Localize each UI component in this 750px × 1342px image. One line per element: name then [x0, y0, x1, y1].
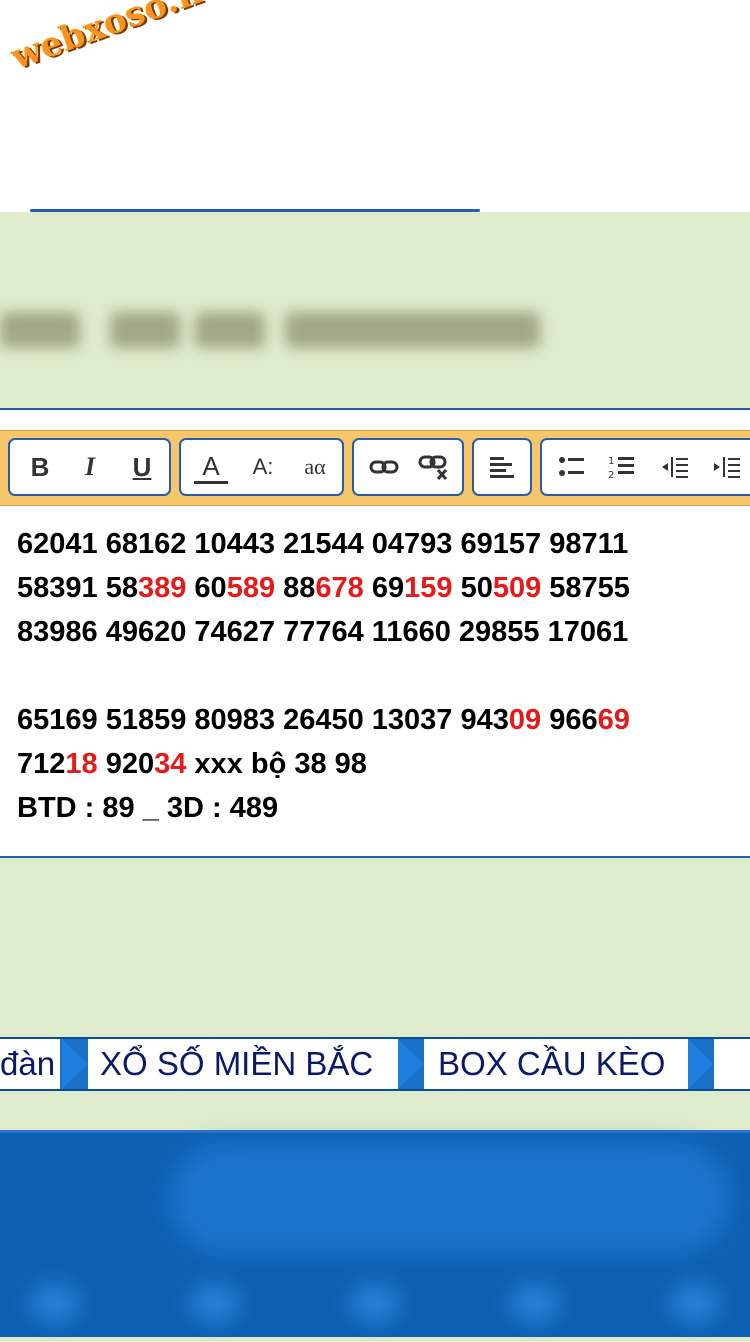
- editor-line: BTD : 89 _ 3D : 489: [17, 786, 737, 830]
- blurred-thread-title: [0, 300, 560, 370]
- text-case-button[interactable]: aα: [291, 440, 339, 494]
- line-text: BTD : 89 _ 3D : 489: [17, 792, 279, 824]
- remove-link-button[interactable]: [410, 440, 458, 494]
- indent-button[interactable]: [702, 440, 750, 494]
- line-text: 83986 49620 74627 77764 11660 29855 1706…: [17, 616, 629, 648]
- nav-spacer: [714, 1039, 750, 1089]
- link-icon: [369, 460, 399, 474]
- align-group: [472, 438, 532, 496]
- editor-line: 58391 58389 60589 88678 69159 50509 5875…: [17, 566, 737, 610]
- site-logo[interactable]: webxoso.net: [6, 0, 244, 78]
- line-text: 58391 58: [17, 572, 138, 604]
- underline-button[interactable]: U: [118, 440, 166, 494]
- nav-arrow-icon: [398, 1039, 424, 1089]
- nav-arrow-icon: [688, 1039, 714, 1089]
- list-group: 1 2: [540, 438, 750, 496]
- highlighted-number: 18: [65, 748, 98, 780]
- line-text: 88: [275, 572, 316, 604]
- link-group: [352, 438, 464, 496]
- editor-line: 62041 68162 10443 21544 04793 69157 9871…: [17, 522, 737, 566]
- indent-icon: [714, 457, 740, 478]
- nav-item-xo-so-mien-bac[interactable]: XỔ SỐ MIỀN BẮC: [88, 1039, 398, 1089]
- align-left-button[interactable]: [478, 440, 526, 494]
- highlighted-number: 159: [404, 572, 453, 604]
- highlighted-number: 389: [137, 572, 187, 604]
- align-left-icon: [490, 457, 514, 478]
- nav-item-dien-dan[interactable]: đàn: [0, 1039, 60, 1089]
- bullet-list-icon: [559, 457, 584, 476]
- numbered-list-button[interactable]: 1 2: [598, 440, 646, 494]
- bullet-list-button[interactable]: [548, 440, 596, 494]
- italic-button[interactable]: I: [66, 440, 114, 494]
- line-text: xxx bộ 38 98: [186, 748, 367, 780]
- nav-item-box-cau-keo[interactable]: BOX CẦU KÈO: [424, 1039, 688, 1089]
- highlighted-number: 34: [154, 748, 187, 780]
- numbered-list-icon: 1 2: [608, 456, 634, 480]
- category-nav: đàn XỔ SỐ MIỀN BẮC BOX CẦU KÈO: [0, 1037, 750, 1091]
- panel-divider: [30, 209, 480, 212]
- editor-line: 83986 49620 74627 77764 11660 29855 1706…: [17, 610, 737, 654]
- bold-button[interactable]: B: [16, 440, 64, 494]
- font-size-button[interactable]: A:: [239, 440, 287, 494]
- insert-link-button[interactable]: [360, 440, 408, 494]
- svg-text:2: 2: [608, 470, 614, 480]
- highlighted-number: 589: [226, 572, 276, 604]
- unlink-icon: [418, 455, 448, 480]
- line-text: 69: [363, 572, 405, 604]
- line-text: 920: [97, 748, 155, 780]
- highlighted-number: 69: [597, 704, 630, 736]
- highlighted-number: 678: [315, 572, 364, 604]
- outdent-icon: [662, 457, 688, 478]
- line-text: 50: [452, 572, 493, 604]
- svg-text:1: 1: [608, 456, 614, 467]
- editor-line: 65169 51859 80983 26450 13037 94309 9666…: [17, 698, 737, 742]
- line-text: 58755: [541, 572, 630, 604]
- line-text: 966: [541, 704, 598, 736]
- line-text: 62041 68162 10443 21544 04793 69157 9871…: [17, 528, 629, 560]
- format-group: B I U: [8, 438, 171, 496]
- nav-arrow-icon: [62, 1039, 88, 1089]
- font-color-button[interactable]: A: [194, 451, 228, 484]
- line-text: 65169 51859 80983 26450 13037 943: [17, 704, 509, 736]
- highlighted-number: 509: [492, 572, 542, 604]
- line-text: 60: [186, 572, 227, 604]
- highlighted-number: 09: [508, 704, 542, 736]
- outdent-button[interactable]: [650, 440, 698, 494]
- line-text: 712: [17, 748, 66, 780]
- footer-blur-icons: [0, 1273, 750, 1333]
- editor-toolbar: B I U A A: aα 1 2: [0, 430, 750, 506]
- editor-content[interactable]: 62041 68162 10443 21544 04793 69157 9871…: [17, 522, 737, 830]
- footer-blur: [170, 1143, 730, 1253]
- editor-line: 71218 92034 xxx bộ 38 98: [17, 742, 737, 786]
- font-group: A A: aα: [179, 438, 344, 496]
- page-footer: [0, 1130, 750, 1337]
- post-editor: B I U A A: aα 1 2 62041 68162 10443 2154…: [0, 408, 750, 858]
